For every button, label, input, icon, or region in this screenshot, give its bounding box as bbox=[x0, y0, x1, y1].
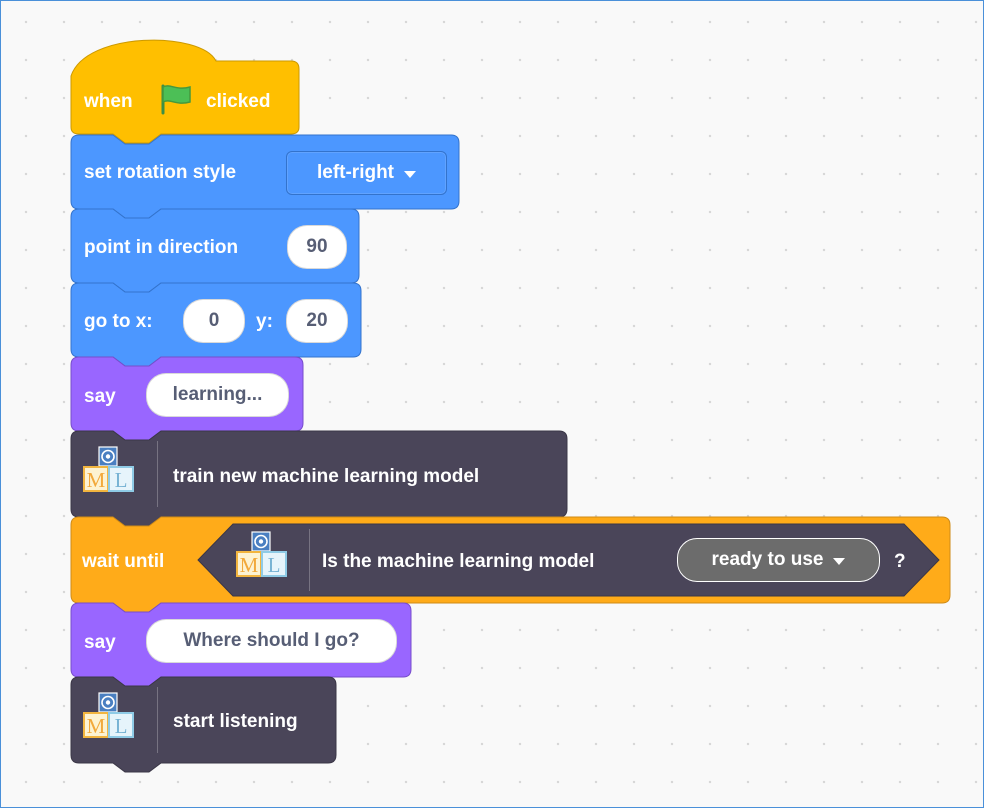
point-in-direction-label: point in direction bbox=[84, 237, 239, 258]
set-rotation-style-label: set rotation style bbox=[84, 162, 237, 183]
x-input[interactable]: 0 bbox=[183, 299, 245, 343]
say-message-input[interactable]: learning... bbox=[146, 373, 289, 417]
script-workspace[interactable]: M L when clicked set rotation style left… bbox=[0, 0, 984, 808]
dropdown-caret-icon bbox=[404, 170, 417, 178]
question-mark-label: ? bbox=[894, 551, 906, 572]
ml-separator bbox=[157, 441, 158, 507]
rotation-style-dropdown[interactable]: left-right bbox=[286, 151, 447, 195]
wait-until-label: wait until bbox=[82, 551, 165, 572]
go-to-x-label: go to x: bbox=[84, 311, 153, 332]
direction-input[interactable]: 90 bbox=[287, 225, 347, 269]
dropdown-caret-icon bbox=[833, 557, 846, 565]
say-label: say bbox=[84, 632, 116, 653]
rotation-style-value: left-right bbox=[316, 162, 395, 183]
say-label: say bbox=[84, 386, 116, 407]
start-listening-label: start listening bbox=[173, 711, 298, 732]
y-label: y: bbox=[256, 311, 273, 332]
ml-separator bbox=[309, 529, 310, 591]
ml-ready-question-label: Is the machine learning model bbox=[322, 551, 595, 572]
y-input[interactable]: 20 bbox=[286, 299, 348, 343]
clicked-label: clicked bbox=[206, 91, 271, 112]
ml-separator bbox=[157, 687, 158, 753]
train-model-label: train new machine learning model bbox=[173, 466, 480, 487]
say-message-input[interactable]: Where should I go? bbox=[146, 619, 397, 663]
ml-state-dropdown[interactable]: ready to use bbox=[677, 538, 880, 582]
when-label: when bbox=[84, 91, 133, 112]
ml-state-value: ready to use bbox=[711, 549, 824, 570]
